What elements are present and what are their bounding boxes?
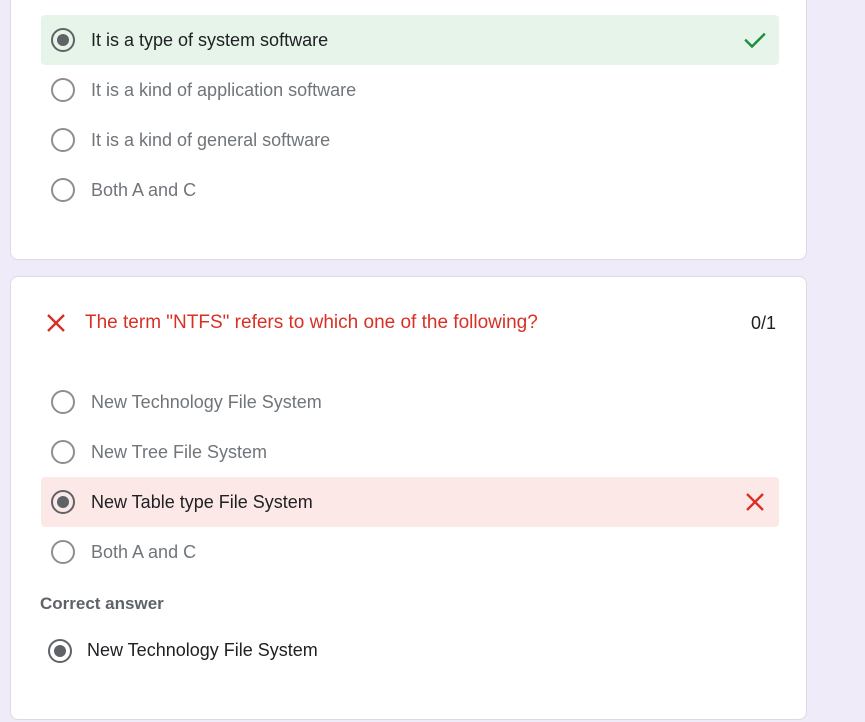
correct-answer-radio [48,639,72,663]
option-both-a-and-c[interactable]: Both A and C [41,165,779,215]
radio-selected[interactable] [51,28,75,52]
option-label: New Table type File System [91,492,313,512]
option-application-software[interactable]: It is a kind of application software [41,65,779,115]
option-label: It is a kind of application software [91,80,357,100]
radio-selected[interactable] [51,490,75,514]
option-label: It is a type of system software [91,30,329,50]
correct-answer-heading: Correct answer [40,594,164,613]
option-new-technology-file-system[interactable]: New Technology File System [41,377,779,427]
question-card-2: The term "NTFS" refers to which one of t… [10,276,807,720]
option-new-table-type-file-system[interactable]: New Table type File System [41,477,779,527]
radio-unselected[interactable] [51,390,75,414]
radio-unselected[interactable] [51,128,75,152]
correct-answer-text: New Technology File System [87,640,318,660]
option-both-a-and-c[interactable]: Both A and C [41,527,779,577]
radio-unselected[interactable] [51,178,75,202]
option-system-software[interactable]: It is a type of system software [41,15,779,65]
radio-unselected[interactable] [51,540,75,564]
question-score: 0/1 [750,313,776,333]
close-icon [47,314,65,332]
option-label: It is a kind of general software [91,130,331,150]
option-label: Both A and C [91,180,197,200]
option-label: Both A and C [91,542,197,562]
question-title: The term "NTFS" refers to which one of t… [85,312,538,333]
radio-unselected[interactable] [51,78,75,102]
option-label: New Tree File System [91,442,268,462]
check-icon [744,32,766,49]
close-icon [746,493,764,511]
option-general-software[interactable]: It is a kind of general software [41,115,779,165]
option-label: New Technology File System [91,392,322,412]
radio-unselected[interactable] [51,440,75,464]
option-new-tree-file-system[interactable]: New Tree File System [41,427,779,477]
question-card-1: It is a type of system software It is a … [10,0,807,260]
